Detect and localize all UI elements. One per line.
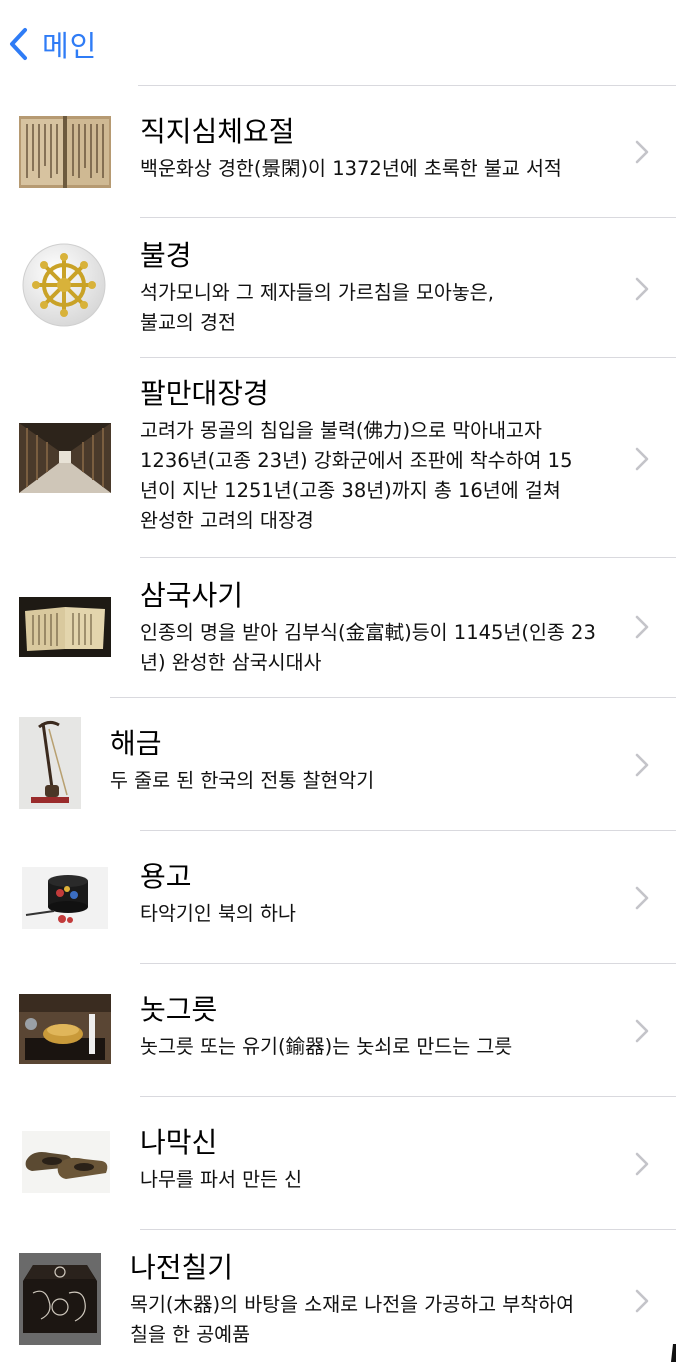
item-description: 나무를 파서 만든 신 — [140, 1168, 303, 1191]
item-description: 인종의 명을 받아 김부식(金富軾)등이 1145년(인종 23 년) 완성한 … — [140, 621, 596, 674]
old-book-page-photo — [19, 116, 111, 188]
item-title: 나막신 — [140, 1126, 218, 1159]
back-label: 메인 — [42, 29, 98, 63]
dharma-wheel-icon — [21, 242, 107, 328]
navigation-bar: 메인 — [0, 0, 676, 86]
item-description: 석가모니와 그 제자들의 가르침을 모아놓은, 불교의 경전 — [140, 281, 494, 334]
list-item-palmandaejanggyeong[interactable]: 팔만대장경 고려가 몽골의 침입을 불력(佛力)으로 막아내고자 1236년(고… — [0, 358, 676, 558]
list-item-jikji[interactable]: 직지심체요절 백운화상 경한(景閑)이 1372년에 초록한 불교 서적 — [0, 86, 676, 218]
back-button[interactable]: 메인 — [6, 24, 97, 64]
item-description: 놋그릇 또는 유기(鍮器)는 놋쇠로 만드는 그릇 — [140, 1035, 513, 1058]
chevron-right-icon — [635, 1289, 649, 1313]
item-title: 용고 — [140, 860, 192, 893]
list-item-haegeum[interactable]: 해금 두 줄로 된 한국의 전통 찰현악기 — [0, 698, 676, 831]
chevron-right-icon — [635, 1019, 649, 1043]
brass-bowl-photo — [19, 994, 111, 1064]
item-title: 해금 — [110, 727, 162, 760]
lacquer-box-photo — [19, 1253, 101, 1345]
chevron-right-icon — [635, 140, 649, 164]
tripitaka-hall-photo — [19, 423, 111, 493]
item-title: 팔만대장경 — [140, 377, 269, 410]
list-item-namaksin[interactable]: 나막신 나무를 파서 만든 신 — [0, 1097, 676, 1230]
item-title: 놋그릇 — [140, 993, 218, 1026]
wooden-shoes-photo — [22, 1131, 110, 1193]
list-item-yonggo[interactable]: 용고 타악기인 북의 하나 — [0, 831, 676, 964]
list-item-najeonchilgi[interactable]: 나전칠기 목기(木器)의 바탕을 소재로 나전을 가공하고 부착하여 칠을 한 … — [0, 1230, 676, 1362]
haegeum-photo — [19, 717, 81, 809]
item-description: 백운화상 경한(景閑)이 1372년에 초록한 불교 서적 — [140, 157, 562, 180]
open-book-photo — [19, 597, 111, 657]
chevron-right-icon — [635, 886, 649, 910]
item-title: 직지심체요절 — [140, 115, 295, 148]
list-item-notgeureut[interactable]: 놋그릇 놋그릇 또는 유기(鍮器)는 놋쇠로 만드는 그릇 — [0, 964, 676, 1097]
item-title: 나전칠기 — [130, 1251, 234, 1284]
list-item-samguksagi[interactable]: 삼국사기 인종의 명을 받아 김부식(金富軾)등이 1145년(인종 23 년)… — [0, 558, 676, 698]
item-description: 고려가 몽골의 침입을 불력(佛力)으로 막아내고자 1236년(고종 23년)… — [140, 419, 573, 532]
item-title: 불경 — [140, 239, 192, 272]
chevron-left-icon — [10, 28, 27, 60]
item-description: 타악기인 북의 하나 — [140, 902, 296, 925]
chevron-right-icon — [635, 753, 649, 777]
chevron-right-icon — [635, 1152, 649, 1176]
chevron-right-icon — [635, 277, 649, 301]
item-description: 두 줄로 된 한국의 전통 찰현악기 — [110, 769, 375, 792]
item-description: 목기(木器)의 바탕을 소재로 나전을 가공하고 부착하여 칠을 한 공예품 — [130, 1293, 575, 1346]
list-item-bulgyeong[interactable]: 불경 석가모니와 그 제자들의 가르침을 모아놓은, 불교의 경전 — [0, 218, 676, 358]
chevron-right-icon — [635, 447, 649, 471]
chevron-right-icon — [635, 615, 649, 639]
yonggo-drum-photo — [22, 867, 108, 929]
item-title: 삼국사기 — [140, 579, 244, 612]
corner-mark — [671, 1344, 676, 1362]
